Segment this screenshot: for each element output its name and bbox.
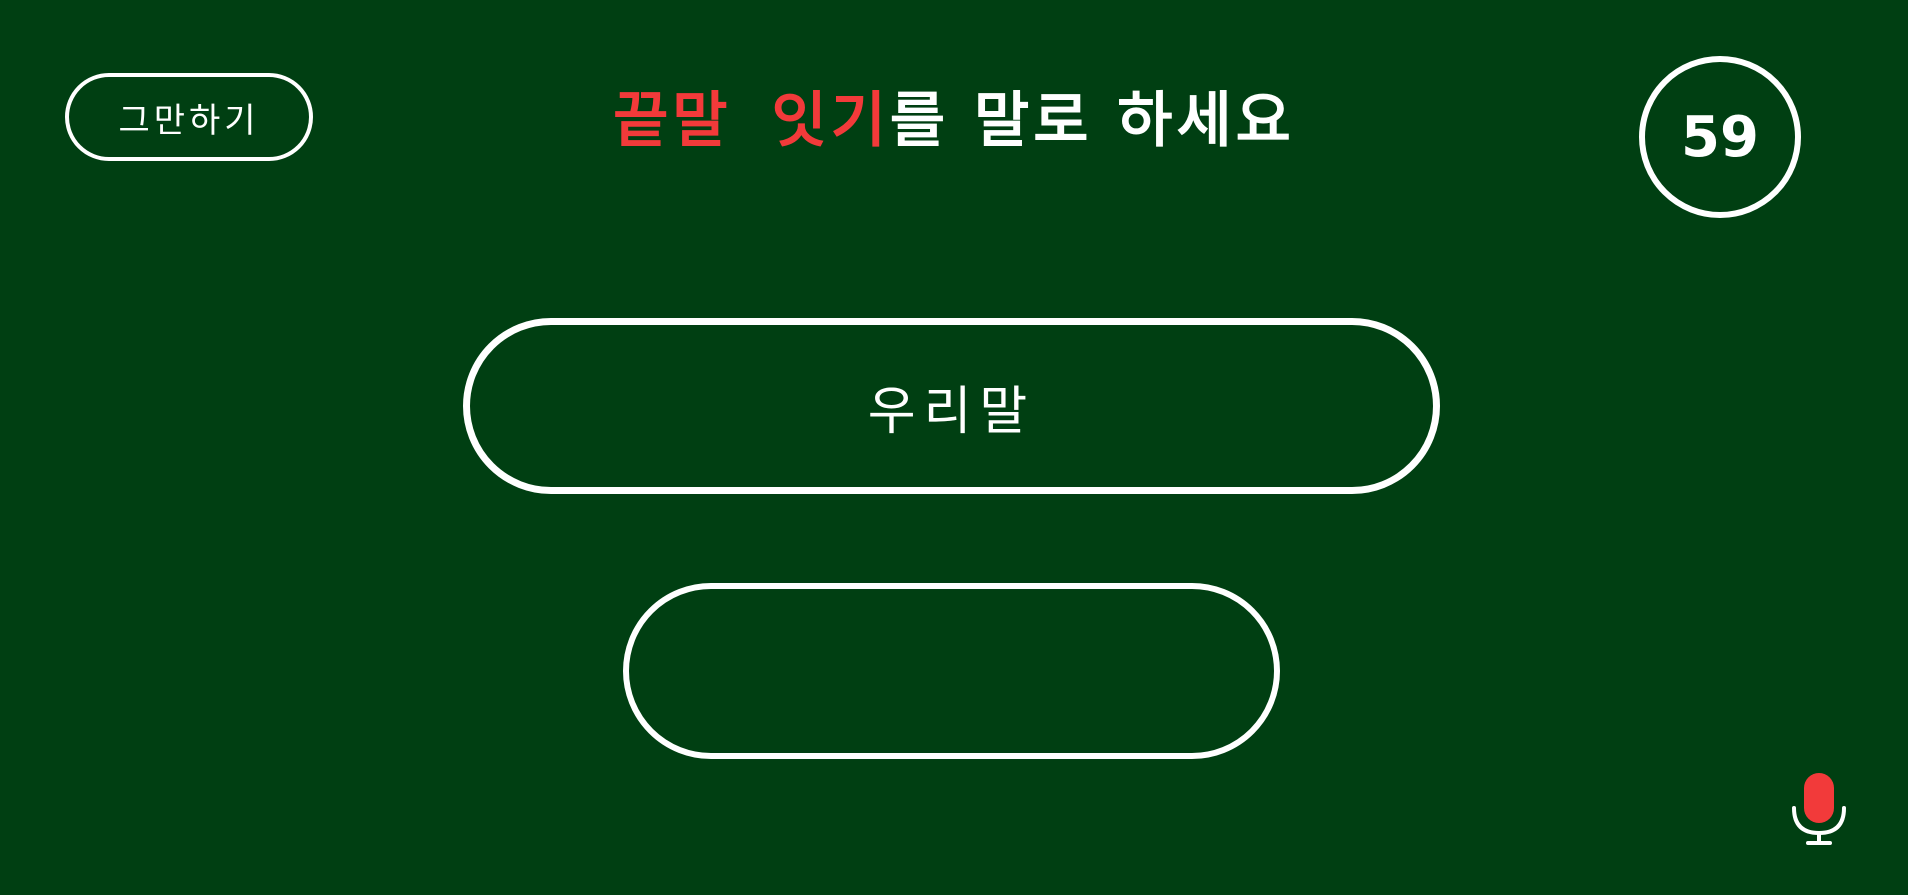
current-word-box: 우리말 (463, 318, 1440, 494)
timer-value: 59 (1681, 104, 1759, 170)
microphone-icon[interactable] (1786, 770, 1846, 846)
title-rest: 를 말로 하세요 (889, 85, 1295, 156)
title-highlight-1: 끝말 (613, 85, 732, 156)
stop-button-label: 그만하기 (118, 100, 260, 141)
countdown-timer: 59 (1639, 56, 1801, 218)
stop-button[interactable]: 그만하기 (65, 73, 313, 161)
title-highlight-2: 잇기 (771, 85, 890, 156)
current-word: 우리말 (867, 381, 1036, 442)
answer-box (623, 583, 1280, 759)
page-title: 끝말 잇기 를 말로 하세요 (400, 70, 1508, 160)
